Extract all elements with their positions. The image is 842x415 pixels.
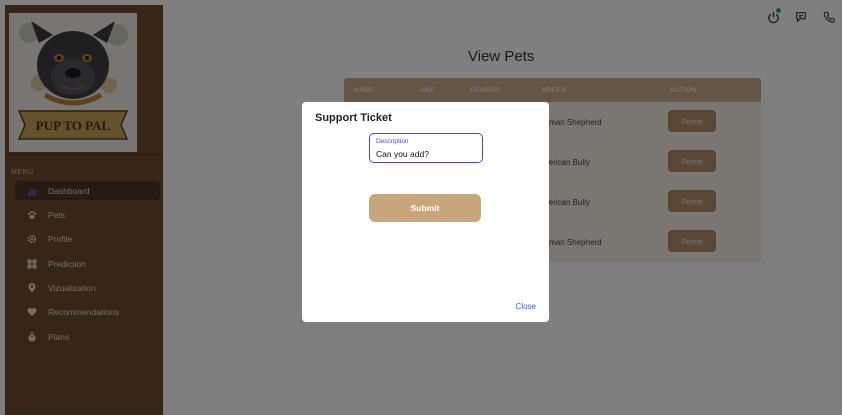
description-field[interactable]: Description: [369, 133, 483, 163]
modal-title: Support Ticket: [315, 112, 392, 124]
description-input[interactable]: [376, 148, 476, 160]
description-label: Description: [376, 138, 409, 145]
submit-button[interactable]: Submit: [369, 194, 481, 222]
close-button[interactable]: Close: [516, 302, 536, 311]
support-ticket-modal: Support Ticket Description Submit Close: [302, 102, 549, 322]
